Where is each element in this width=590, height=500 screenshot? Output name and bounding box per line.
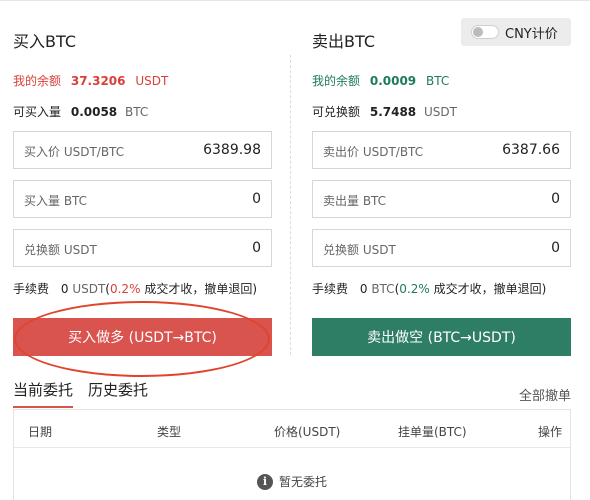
sell-price-label: 卖出价 USDT/BTC bbox=[323, 145, 424, 159]
orders-table: 日期 类型 价格(USDT) 挂单量(BTC) 操作 i 暂无委托 bbox=[13, 409, 571, 500]
tab-current-orders[interactable]: 当前委托 bbox=[13, 379, 73, 400]
buy-available: 可买入量 0.0058 BTC bbox=[13, 103, 148, 120]
cny-toggle-label: CNY计价 bbox=[505, 26, 558, 42]
sell-available-unit: USDT bbox=[423, 105, 457, 119]
buy-balance: 我的余额 37.3206 USDT bbox=[13, 72, 168, 89]
column-price: 价格(USDT) bbox=[274, 425, 341, 439]
sell-total-field[interactable]: 兑换额 USDT bbox=[312, 229, 571, 267]
buy-available-label: 可买入量 bbox=[13, 105, 62, 119]
sell-total-input[interactable] bbox=[440, 240, 560, 256]
toggle-knob bbox=[473, 27, 483, 37]
panel-divider bbox=[290, 55, 291, 355]
buy-fee-value: 0 bbox=[60, 282, 69, 296]
buy-price-label: 买入价 USDT/BTC bbox=[24, 145, 125, 159]
sell-fee-note: 成交才收，撤单退回) bbox=[433, 282, 547, 296]
sell-total-label: 兑换额 USDT bbox=[323, 243, 396, 257]
buy-title: 买入BTC bbox=[13, 32, 76, 51]
sell-fee-label: 手续费 bbox=[312, 282, 349, 296]
sell-amount-label: 卖出量 BTC bbox=[323, 194, 387, 208]
sell-fee-unit: BTC bbox=[371, 282, 395, 296]
sell-fee: 手续费 0 BTC(0.2% 成交才收，撤单退回) bbox=[312, 280, 546, 297]
column-quantity: 挂单量(BTC) bbox=[398, 425, 467, 439]
sell-available-label: 可兑换额 bbox=[312, 105, 361, 119]
buy-available-value: 0.0058 bbox=[70, 105, 118, 119]
buy-price-field[interactable]: 买入价 USDT/BTC bbox=[13, 131, 272, 169]
sell-price-input[interactable] bbox=[440, 142, 560, 158]
sell-balance: 我的余额 0.0009 BTC bbox=[312, 72, 449, 89]
sell-available: 可兑换额 5.7488 USDT bbox=[312, 103, 457, 120]
sell-amount-input[interactable] bbox=[440, 191, 560, 207]
buy-balance-unit: USDT bbox=[135, 74, 169, 88]
column-type: 类型 bbox=[157, 425, 182, 439]
sell-amount-field[interactable]: 卖出量 BTC bbox=[312, 180, 571, 218]
info-icon: i bbox=[256, 473, 273, 490]
column-action: 操作 bbox=[537, 425, 562, 439]
buy-amount-label: 买入量 BTC bbox=[24, 194, 88, 208]
orders-table-header: 日期 类型 价格(USDT) 挂单量(BTC) 操作 bbox=[14, 410, 570, 448]
toggle-switch-icon[interactable] bbox=[471, 25, 499, 39]
cny-price-toggle[interactable]: CNY计价 bbox=[461, 18, 571, 46]
sell-balance-label: 我的余额 bbox=[312, 74, 361, 88]
buy-balance-label: 我的余额 bbox=[13, 74, 62, 88]
buy-price-input[interactable] bbox=[141, 142, 261, 158]
sell-balance-unit: BTC bbox=[425, 74, 450, 88]
sell-price-field[interactable]: 卖出价 USDT/BTC bbox=[312, 131, 571, 169]
buy-balance-value: 37.3206 bbox=[70, 74, 126, 88]
sell-available-value: 5.7488 bbox=[369, 105, 417, 119]
buy-fee-label: 手续费 bbox=[13, 282, 50, 296]
empty-orders-text: 暂无委托 bbox=[278, 475, 327, 489]
empty-orders: i 暂无委托 bbox=[14, 473, 570, 490]
active-tab-indicator bbox=[13, 406, 73, 408]
buy-fee-unit: USDT bbox=[72, 282, 106, 296]
sell-fee-rate: 0.2% bbox=[399, 282, 430, 296]
buy-fee-note: 成交才收，撤单退回) bbox=[144, 282, 257, 296]
sell-fee-value: 0 bbox=[359, 282, 368, 296]
top-border bbox=[0, 0, 590, 1]
cancel-all-button[interactable]: 全部撤单 bbox=[519, 385, 571, 404]
buy-total-field[interactable]: 兑换额 USDT bbox=[13, 229, 272, 267]
sell-short-button[interactable]: 卖出做空 (BTC→USDT) bbox=[312, 318, 571, 356]
tab-history-orders[interactable]: 历史委托 bbox=[88, 379, 148, 400]
buy-amount-input[interactable] bbox=[141, 191, 261, 207]
buy-total-label: 兑换额 USDT bbox=[24, 243, 97, 257]
sell-balance-value: 0.0009 bbox=[369, 74, 417, 88]
buy-fee: 手续费 0 USDT(0.2% 成交才收，撤单退回) bbox=[13, 280, 257, 297]
column-date: 日期 bbox=[28, 425, 53, 439]
buy-long-button[interactable]: 买入做多 (USDT→BTC) bbox=[13, 318, 272, 356]
buy-amount-field[interactable]: 买入量 BTC bbox=[13, 180, 272, 218]
buy-fee-rate: 0.2% bbox=[109, 282, 141, 296]
buy-total-input[interactable] bbox=[141, 240, 261, 256]
sell-title: 卖出BTC bbox=[312, 32, 375, 51]
buy-available-unit: BTC bbox=[124, 105, 149, 119]
